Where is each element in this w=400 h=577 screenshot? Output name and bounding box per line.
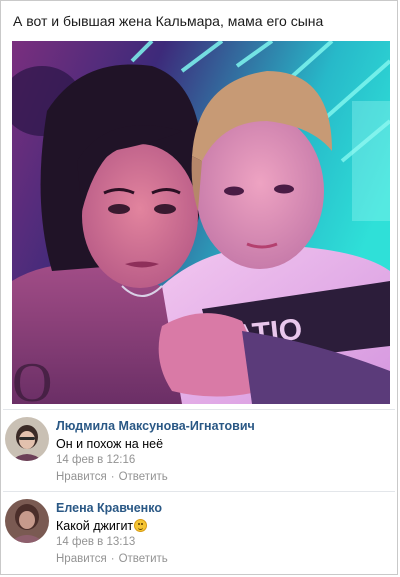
avatar[interactable]	[5, 499, 49, 543]
comment-divider	[3, 409, 395, 410]
comment-text: Он и похож на неё	[56, 437, 164, 451]
reply-button[interactable]: Ответить	[119, 471, 168, 483]
photo-image: O ATIO	[12, 41, 390, 404]
avatar-image	[5, 499, 49, 543]
comment-date[interactable]: 14 фев в 13:13	[56, 536, 135, 548]
comment-divider	[3, 491, 395, 492]
comment-item: Елена Кравченко Какой джигит 14 фев в 13…	[1, 497, 399, 575]
post-card: А вот и бывшая жена Кальмара, мама его с…	[0, 0, 398, 575]
comment-actions: Нравится · Ответить	[56, 553, 168, 565]
comment-author[interactable]: Елена Кравченко	[56, 501, 162, 515]
avatar[interactable]	[5, 417, 49, 461]
post-text: А вот и бывшая жена Кальмара, мама его с…	[13, 13, 324, 29]
comment-actions: Нравится · Ответить	[56, 471, 168, 483]
avatar-image	[5, 417, 49, 461]
like-button[interactable]: Нравится	[56, 471, 107, 483]
separator-dot: ·	[110, 553, 115, 565]
comment-item: Людмила Максунова-Игнатович Он и похож н…	[1, 415, 399, 493]
comment-text-content: Какой джигит	[56, 519, 134, 533]
post-photo[interactable]: O ATIO	[12, 41, 390, 404]
comment-date[interactable]: 14 фев в 12:16	[56, 454, 135, 466]
reply-button[interactable]: Ответить	[119, 553, 168, 565]
comment-text: Какой джигит	[56, 519, 148, 533]
grinning-face-icon	[134, 519, 148, 532]
separator-dot: ·	[110, 471, 115, 483]
svg-text:O: O	[12, 352, 52, 404]
like-button[interactable]: Нравится	[56, 553, 107, 565]
comment-author[interactable]: Людмила Максунова-Игнатович	[56, 419, 255, 433]
